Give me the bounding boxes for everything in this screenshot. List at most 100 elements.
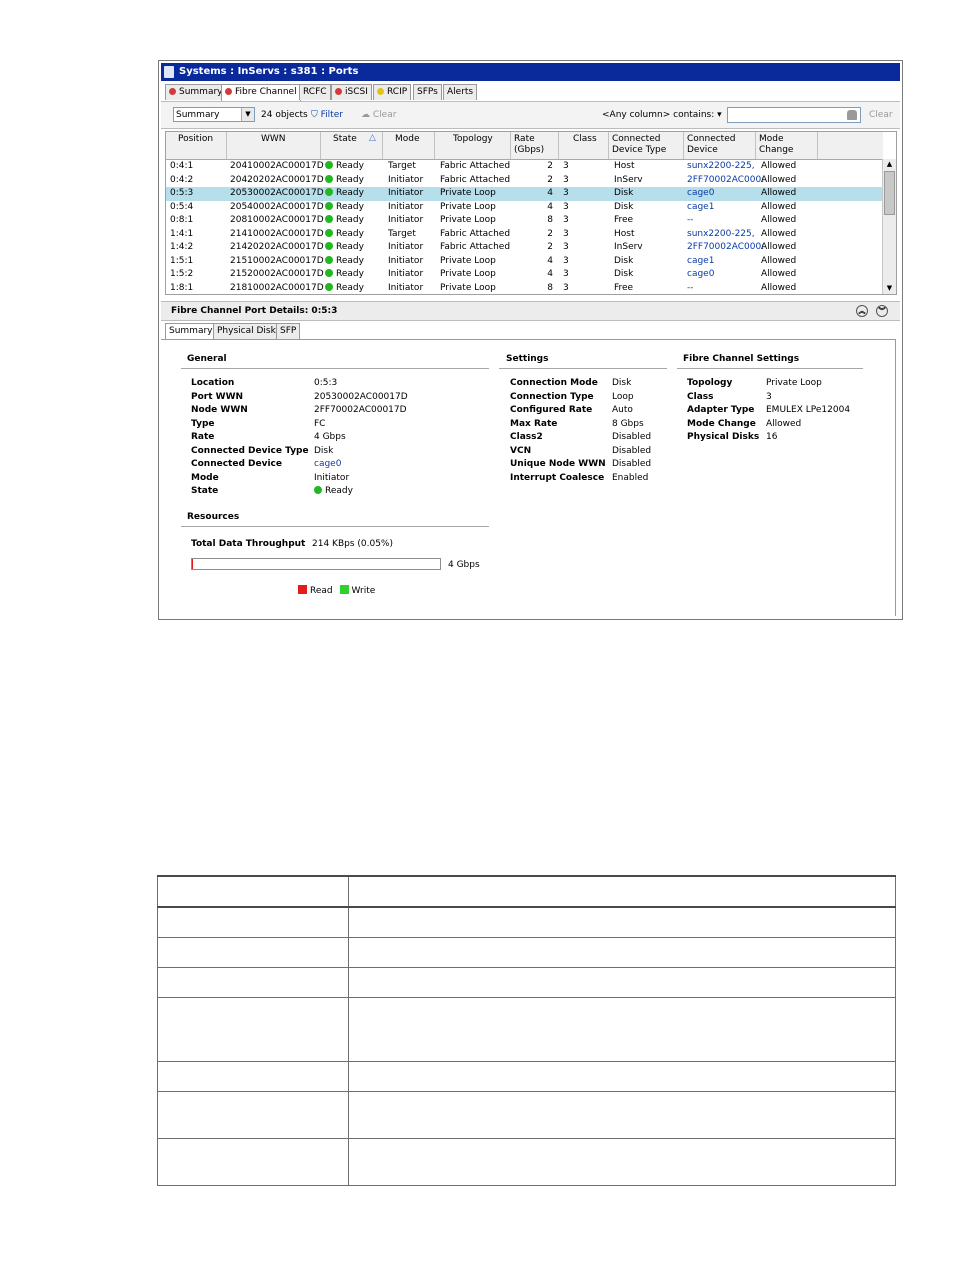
- table-row[interactable]: 0:4:1 20410002AC00017D Ready Target Fabric A…: [166, 160, 883, 174]
- cell-class: 3: [563, 161, 569, 171]
- scroll-thumb[interactable]: [884, 171, 895, 215]
- cell-topology: Fabric Attached: [440, 161, 511, 171]
- field-value: EMULEX LPe12004: [766, 405, 851, 415]
- field-label: VCN: [510, 445, 532, 456]
- table-row[interactable]: 1:5:2 21520002AC00017D Ready Initiator Priva…: [166, 268, 883, 282]
- table-row[interactable]: 1:4:1 21410002AC00017D Ready Target Fabric A…: [166, 228, 883, 242]
- chevron-down-icon: ▼: [241, 108, 254, 121]
- field-value: 20530002AC00017D: [314, 391, 408, 402]
- col-connected-device-type[interactable]: Connected Device Type: [609, 132, 684, 159]
- connected-device-link[interactable]: cage0: [314, 459, 341, 469]
- table-row[interactable]: 1:5:1 21510002AC00017D Ready Initiator Priva…: [166, 255, 883, 269]
- table-row[interactable]: 0:5:4 20540002AC00017D Ready Initiator Priva…: [166, 201, 883, 215]
- cell-device[interactable]: sunx2200-225,: [687, 160, 755, 173]
- tab-physical-disks[interactable]: Physical Disks: [213, 323, 285, 339]
- column-filter-select[interactable]: <Any column> contains: ▾: [602, 110, 722, 120]
- tab-rcip[interactable]: RCIP: [373, 84, 412, 100]
- cell-wwn: 20810002AC00017D: [230, 215, 324, 225]
- expand-down-icon[interactable]: ︾: [876, 305, 888, 317]
- cell-mode: Target: [388, 161, 416, 171]
- cell-device[interactable]: cage1: [687, 201, 714, 214]
- field-label: Connected Device: [191, 459, 282, 469]
- scroll-down-icon[interactable]: ▼: [883, 283, 896, 294]
- field-value: Disabled: [612, 445, 652, 456]
- bar-max-label: 4 Gbps: [448, 560, 480, 570]
- col-rate[interactable]: Rate (Gbps): [511, 132, 559, 159]
- cell-wwn: 21420202AC00017D: [230, 242, 324, 252]
- field-value: Enabled: [612, 472, 649, 483]
- clear-filter-button[interactable]: ☁ Clear: [361, 110, 396, 120]
- cell-class: 3: [563, 269, 569, 279]
- table-row[interactable]: 0:8:1 20810002AC00017D Ready Initiator Priva…: [166, 214, 883, 228]
- tab-fibre-channel[interactable]: Fibre Channel: [221, 84, 301, 101]
- field-value: 8 Gbps: [612, 418, 644, 429]
- col-wwn[interactable]: WWN: [227, 132, 321, 159]
- cell-device[interactable]: cage0: [687, 187, 714, 200]
- col-state[interactable]: State △: [321, 132, 383, 159]
- object-count: 24 objects: [261, 110, 308, 120]
- cell-topology: Fabric Attached: [440, 228, 511, 239]
- table-scrollbar[interactable]: ▲ ▼: [882, 159, 896, 294]
- cell-dev-type: Disk: [614, 188, 634, 198]
- details-panel: General Location 0:5:3 Port WWN 20530002AC0…: [161, 339, 896, 616]
- col-position[interactable]: Position: [166, 132, 227, 159]
- cell-mode-change: Allowed: [761, 188, 797, 198]
- tab-sfp[interactable]: SFP: [276, 323, 301, 339]
- status-ready-icon: [325, 242, 333, 250]
- cell-topology: Private Loop: [440, 188, 496, 198]
- col-mode[interactable]: Mode: [383, 132, 435, 159]
- field-value: Private Loop: [766, 378, 822, 388]
- field-label: Physical Disks: [687, 432, 760, 442]
- cell-device[interactable]: cage1: [687, 255, 714, 268]
- cell-position: 1:5:2: [170, 269, 194, 279]
- tab-rcfc[interactable]: RCFC: [299, 84, 331, 100]
- scroll-up-icon[interactable]: ▲: [883, 159, 896, 170]
- cell-rate: 2: [547, 174, 553, 185]
- field-label: Class: [687, 391, 714, 402]
- field-label: Node WWN: [191, 405, 248, 415]
- col-topology[interactable]: Topology: [435, 132, 511, 159]
- table-row[interactable]: 1:8:1 21810002AC00017D Ready Initiator Priva…: [166, 282, 883, 296]
- col-connected-device[interactable]: Connected Device: [684, 132, 756, 159]
- cell-mode-change: Allowed: [761, 201, 797, 212]
- table-row[interactable]: 0:4:2 20420202AC00017D Ready Initiator Fabri…: [166, 174, 883, 188]
- field-value: Disk: [612, 378, 632, 388]
- cell-device[interactable]: --: [687, 214, 694, 227]
- col-class[interactable]: Class: [559, 132, 609, 159]
- cell-wwn: 20530002AC00017D: [230, 188, 324, 198]
- cell-dev-type: Disk: [614, 201, 634, 212]
- cell-device[interactable]: --: [687, 282, 694, 295]
- col-mode-change[interactable]: Mode Change: [756, 132, 818, 159]
- warning-icon: [377, 88, 384, 95]
- search-input[interactable]: [727, 107, 861, 123]
- cell-device[interactable]: 2FF70002AC000:: [687, 174, 764, 187]
- tab-alerts[interactable]: Alerts: [443, 84, 478, 100]
- cell-state: Ready: [325, 160, 364, 173]
- cell-device[interactable]: 2FF70002AC000:: [687, 241, 764, 254]
- cell-device[interactable]: sunx2200-225,: [687, 228, 755, 241]
- cell-position: 1:4:1: [170, 228, 194, 239]
- view-select[interactable]: Summary ▼: [173, 107, 255, 122]
- field-value: Disabled: [612, 459, 652, 469]
- table-row[interactable]: 0:5:3 20530002AC00017D Ready Initiator Priva…: [166, 187, 883, 201]
- window-title-bar: Systems : InServs : s381 : Ports: [161, 63, 900, 81]
- table-row: [157, 1137, 896, 1187]
- field-label: State: [191, 486, 219, 496]
- field-label: Rate: [191, 432, 215, 442]
- field-label: Topology: [687, 378, 733, 388]
- cell-rate: 8: [547, 282, 553, 293]
- filter-button[interactable]: ⛉ Filter: [311, 110, 343, 120]
- tab-detail-summary[interactable]: Summary: [165, 323, 217, 340]
- collapse-up-icon[interactable]: ︽: [856, 305, 868, 317]
- status-ready-icon: [325, 255, 333, 264]
- search-clear-button[interactable]: Clear: [869, 110, 893, 120]
- tab-summary[interactable]: Summary: [165, 84, 227, 100]
- tab-sfps[interactable]: SFPs: [413, 84, 442, 100]
- tab-iscsi[interactable]: iSCSI: [331, 84, 372, 100]
- search-icon: [847, 110, 857, 120]
- field-label: Configured Rate: [510, 405, 593, 415]
- cell-wwn: 21510002AC00017D: [230, 255, 324, 266]
- divider: [677, 368, 863, 369]
- cell-device[interactable]: cage0: [687, 268, 714, 281]
- table-row[interactable]: 1:4:2 21420202AC00017D Ready Initiator Fabri…: [166, 241, 883, 255]
